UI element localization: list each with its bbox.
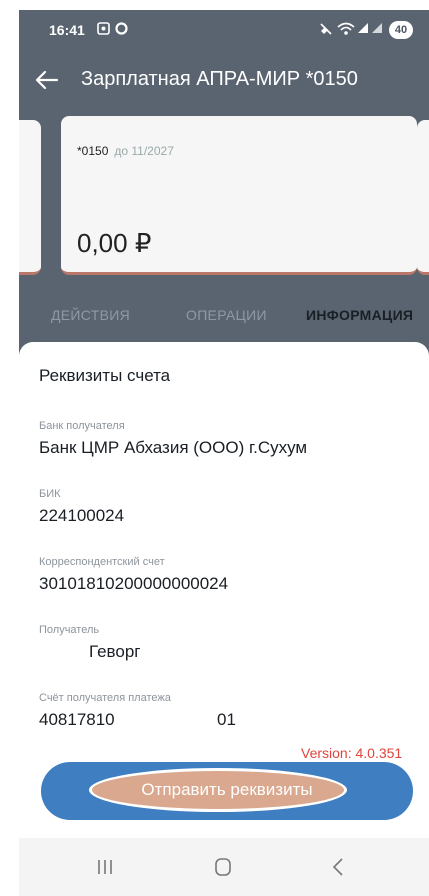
page-title: Зарплатная АПРА-МИР *0150 bbox=[81, 68, 358, 90]
system-nav-bar bbox=[19, 838, 429, 896]
details-sheet: Реквизиты счета Банк получателя Банк ЦМР… bbox=[19, 342, 429, 896]
card-balance: 0,00 ₽ bbox=[77, 228, 152, 258]
card-current[interactable]: *0150 до 11/2027 0,00 ₽ bbox=[61, 116, 417, 275]
back-nav-icon[interactable] bbox=[325, 854, 353, 880]
card-previous[interactable] bbox=[19, 120, 41, 275]
card-next[interactable] bbox=[417, 120, 429, 275]
field-value-account-suffix: 01 bbox=[217, 710, 236, 729]
card-number-row: *0150 до 11/2027 bbox=[77, 144, 174, 158]
status-bar: 16:41 40 bbox=[19, 10, 429, 52]
field-label-bank: Банк получателя bbox=[39, 420, 125, 432]
battery-indicator: 40 bbox=[389, 21, 413, 39]
tab-actions[interactable]: ДЕЙСТВИЯ bbox=[51, 307, 130, 323]
status-time: 16:41 bbox=[49, 22, 85, 38]
field-value-bik: 224100024 bbox=[39, 506, 125, 525]
details-title: Реквизиты счета bbox=[39, 366, 171, 385]
tab-operations[interactable]: ОПЕРАЦИИ bbox=[186, 307, 267, 323]
phone-screen: 16:41 40 Зарплатная АПРА-МИР *0150 *0150… bbox=[19, 10, 429, 896]
home-icon[interactable] bbox=[209, 854, 237, 880]
version-label: Version: 4.0.351 bbox=[301, 745, 403, 761]
card-expiry: до 11/2027 bbox=[114, 144, 174, 158]
wifi-icon bbox=[337, 22, 355, 39]
field-label-account: Счёт получателя платежа bbox=[39, 692, 171, 704]
field-value-recipient: Геворг bbox=[89, 642, 141, 661]
tab-bar: ДЕЙСТВИЯ ОПЕРАЦИИ ИНФОРМАЦИЯ bbox=[19, 295, 429, 335]
mute-icon bbox=[319, 22, 333, 39]
signal-icon-2 bbox=[371, 22, 383, 37]
tab-information[interactable]: ИНФОРМАЦИЯ bbox=[306, 307, 413, 323]
recent-apps-icon[interactable] bbox=[91, 854, 119, 880]
field-value-bank: Банк ЦМР Абхазия (ООО) г.Сухум bbox=[39, 438, 308, 457]
send-details-label: Отправить реквизиты bbox=[141, 780, 313, 799]
field-label-corr-account: Корреспондентский счет bbox=[39, 556, 165, 568]
send-details-button[interactable]: Отправить реквизиты bbox=[41, 762, 413, 820]
back-arrow-icon[interactable] bbox=[33, 66, 61, 94]
field-value-corr-account: 30101810200000000024 bbox=[39, 574, 229, 593]
signal-icon bbox=[357, 22, 369, 37]
app-header: Зарплатная АПРА-МИР *0150 bbox=[19, 52, 429, 114]
field-value-account: 40817810 bbox=[39, 710, 115, 729]
field-label-recipient: Получатель bbox=[39, 624, 100, 636]
card-number: *0150 bbox=[77, 144, 109, 158]
circle-icon bbox=[115, 22, 128, 38]
field-label-bik: БИК bbox=[39, 488, 61, 500]
screenshot-icon bbox=[97, 22, 110, 38]
